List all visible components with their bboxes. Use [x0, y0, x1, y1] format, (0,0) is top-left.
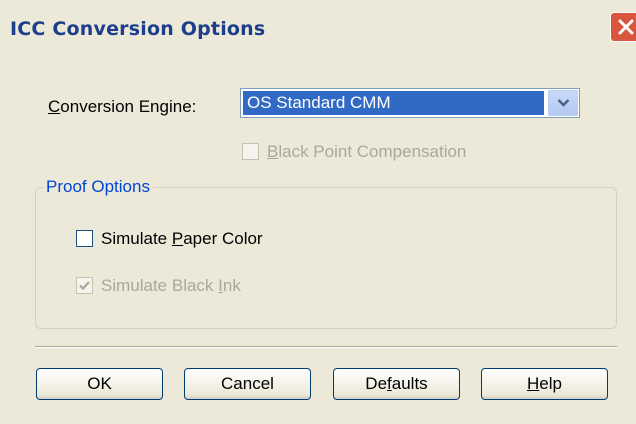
proof-options-group — [35, 187, 617, 329]
simulate-paper-checkbox[interactable] — [76, 230, 93, 247]
window-title: ICC Conversion Options — [10, 18, 266, 40]
close-button[interactable] — [610, 12, 636, 42]
simulate-ink-label: Simulate Black Ink — [101, 276, 241, 295]
checkmark-icon — [79, 281, 90, 291]
conversion-engine-value: OS Standard CMM — [243, 91, 544, 115]
button-separator — [35, 346, 617, 348]
chevron-down-icon — [557, 99, 570, 107]
cancel-button[interactable]: Cancel — [184, 368, 311, 400]
defaults-button[interactable]: Defaults — [333, 368, 460, 400]
conversion-engine-select[interactable]: OS Standard CMM — [240, 88, 580, 118]
title-bar: ICC Conversion Options — [0, 0, 636, 58]
help-button[interactable]: Help — [481, 368, 608, 400]
close-icon — [618, 19, 634, 35]
simulate-paper-label: Simulate Paper Color — [101, 229, 263, 248]
conversion-engine-label: Conversion Engine: — [48, 97, 197, 116]
black-point-label: Black Point Compensation — [267, 142, 467, 161]
proof-options-title: Proof Options — [43, 177, 153, 197]
simulate-ink-checkbox[interactable] — [76, 277, 93, 294]
black-point-checkbox[interactable] — [242, 143, 259, 160]
ok-button[interactable]: OK — [36, 368, 163, 400]
dropdown-arrow-button[interactable] — [548, 90, 578, 116]
